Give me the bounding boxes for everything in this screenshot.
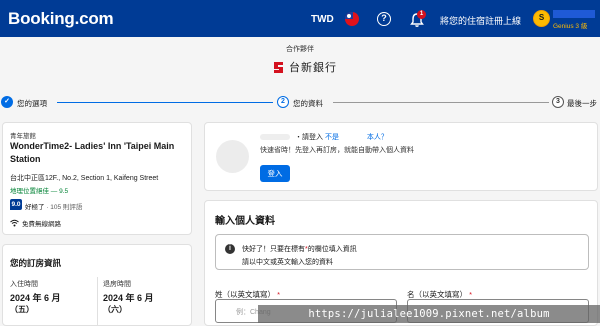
required-star: * — [469, 290, 473, 299]
signin-subtext: 快速省時！先登入再訂房，就能自動帶入個人資料 — [260, 147, 414, 154]
first-name-label-text: 名（以英文填寫） — [407, 290, 467, 299]
review-summary: 好極了 · 105 則評語 — [25, 201, 82, 211]
taiwan-flag-icon[interactable] — [345, 12, 359, 26]
required-star: * — [277, 290, 281, 299]
help-icon[interactable]: ? — [377, 12, 391, 26]
notification-badge: 1 — [417, 10, 426, 19]
signin-card: ・請登入 不是 本人？ 快速省時！先登入再訂房，就能自動帶入個人資料 登入 — [204, 122, 598, 191]
step-1-check-icon: ✓ — [1, 96, 13, 108]
alert-text-b: 的欄位填入資訊 — [307, 246, 357, 253]
checkout-day: （六） — [103, 305, 127, 314]
partner-label: 合作夥伴 — [286, 46, 314, 53]
rating-word: 好極了 — [25, 204, 45, 211]
checkin-label: 入住時間 — [10, 281, 38, 288]
divider — [97, 277, 98, 325]
genius-level: Genius 3 級 — [553, 23, 588, 30]
checkin-date: 2024 年 6 月 — [10, 293, 61, 303]
progress-steps: ✓ 您的選項 2 您的資料 3 最後一步 — [0, 95, 600, 109]
taishin-logo-icon — [274, 61, 283, 73]
form-title: 輸入個人資料 — [215, 216, 275, 227]
booking-logo[interactable]: Booking.com — [8, 9, 114, 29]
step-3-label: 最後一步 — [567, 99, 597, 108]
checkout-label: 退房時間 — [103, 281, 131, 288]
signin-prompt: ・請登入 不是 本人？ — [295, 132, 388, 142]
wifi-icon — [10, 219, 19, 227]
user-avatar-placeholder — [216, 140, 249, 173]
booking-details-card: 您的訂房資訊 入住時間 退房時間 2024 年 6 月 2024 年 6 月 （… — [2, 244, 192, 326]
top-navigation-bar: Booking.com TWD ? 1 將您的住宿註冊上線 S Genius 3… — [0, 0, 600, 37]
redacted-name — [260, 134, 290, 140]
step-1-label: 您的選項 — [17, 99, 47, 108]
currency-button[interactable]: TWD — [311, 14, 334, 25]
step-2-icon: 2 — [277, 96, 289, 108]
yourself-link[interactable]: 本人？ — [367, 134, 388, 141]
step-connector — [57, 102, 273, 103]
booking-details-title: 您的訂房資訊 — [10, 258, 62, 268]
info-icon: i — [225, 244, 235, 254]
signin-prompt-text: ・請登入 — [295, 134, 323, 141]
alert-text-a: 快好了！只要在標有 — [242, 246, 305, 253]
signin-button[interactable]: 登入 — [260, 165, 290, 182]
hotel-address: 台北中正區12F., No.2, Section 1, Kaifeng Stre… — [10, 175, 159, 182]
review-score-badge: 9.0 — [10, 199, 22, 210]
list-property-link[interactable]: 將您的住宿註冊上線 — [440, 14, 521, 27]
redacted-username — [553, 10, 595, 18]
not-you-link[interactable]: 不是 — [325, 134, 339, 141]
hotel-name: WonderTime2- Ladies' Inn 'Taipei Main St… — [10, 141, 175, 164]
watermark: https://julialee1009.pixnet.net/album — [258, 305, 600, 323]
alert-line-2: 請以中文或英文輸入您的資料 — [242, 259, 333, 266]
location-score: 地理位置絕佳 — 9.5 — [10, 188, 69, 195]
avatar[interactable]: S — [533, 10, 550, 27]
info-alert: i 快好了！只要在標有*的欄位填入資訊 請以中文或英文輸入您的資料 — [215, 234, 589, 270]
checkin-day: （五） — [10, 305, 34, 314]
review-count: · 105 則評語 — [46, 204, 83, 211]
last-name-label-text: 姓（以英文填寫） — [215, 290, 275, 299]
partner-name: 台新銀行 — [289, 62, 337, 74]
step-3-icon: 3 — [552, 96, 564, 108]
amenity-wifi: 免費無線網路 — [10, 218, 61, 228]
checkout-date: 2024 年 6 月 — [103, 293, 154, 303]
alert-line-1: 快好了！只要在標有*的欄位填入資訊 — [242, 244, 357, 254]
property-type: 青年旅館 — [10, 133, 36, 140]
step-connector — [333, 102, 549, 103]
step-2-label: 您的資料 — [293, 99, 323, 108]
hotel-summary-card: 青年旅館 WonderTime2- Ladies' Inn 'Taipei Ma… — [2, 122, 192, 235]
amenity-label: 免費無線網路 — [22, 221, 61, 228]
partner-brand: 台新銀行 — [272, 59, 337, 75]
